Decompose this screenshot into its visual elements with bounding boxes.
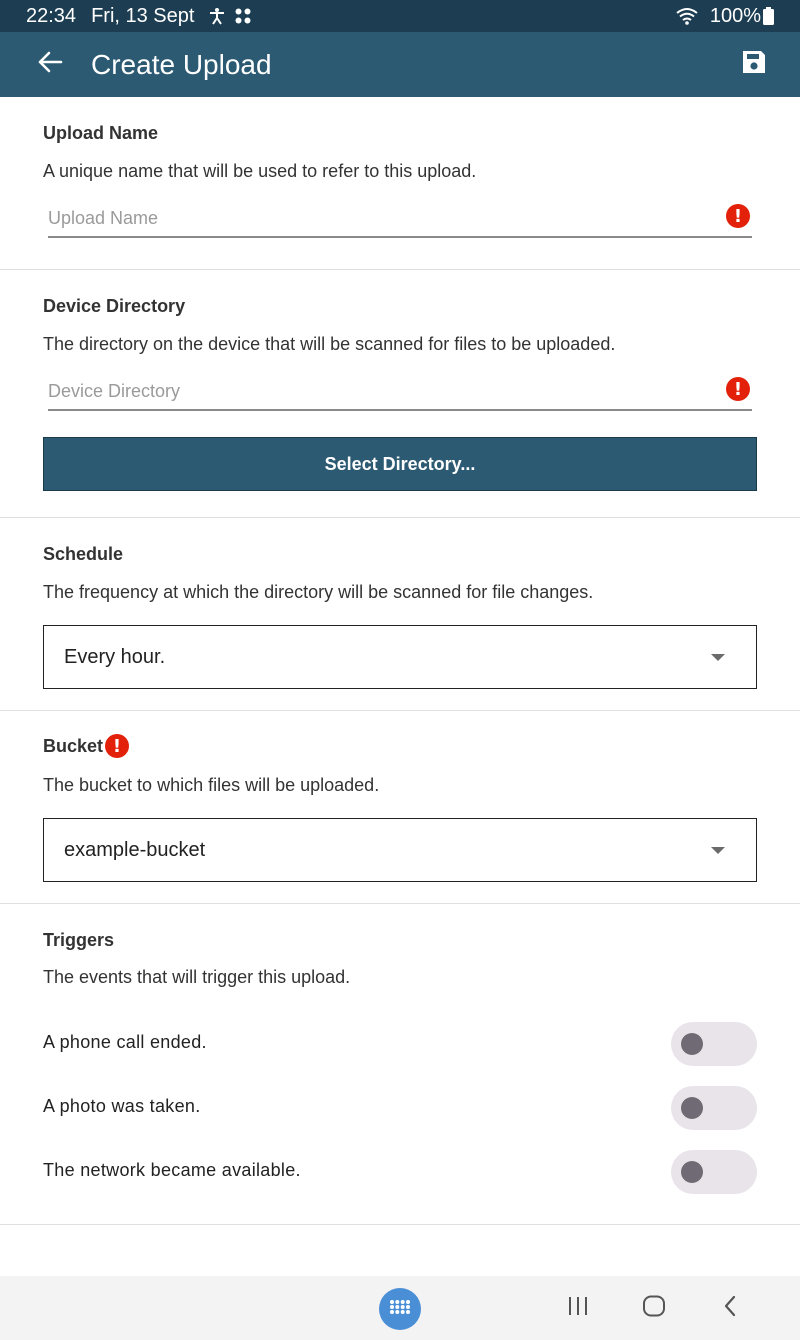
trigger-label: A phone call ended. [43, 1032, 207, 1052]
dots-icon [234, 7, 252, 25]
schedule-selected-value: Every hour. [64, 645, 166, 668]
apps-grid-icon [389, 1299, 411, 1320]
apps-button[interactable] [379, 1288, 421, 1330]
status-date: Fri, 13 Sept [91, 4, 195, 27]
page-title: Create Upload [91, 48, 272, 80]
device-directory-input[interactable] [48, 375, 708, 407]
trigger-label: A photo was taken. [43, 1096, 201, 1116]
trigger-row: A photo was taken. [0, 1086, 800, 1130]
chevron-down-icon [711, 654, 725, 661]
trigger-label: The network became available. [43, 1160, 301, 1180]
upload-name-section: Upload Name A unique name that will be u… [0, 97, 800, 270]
battery-level: 100% [709, 4, 761, 27]
status-time: 22:34 [26, 4, 77, 27]
arrow-left-icon [37, 51, 63, 78]
triggers-description: The events that will trigger this upload… [43, 967, 351, 987]
chevron-left-icon [723, 1295, 737, 1322]
upload-name-description: A unique name that will be used to refer… [43, 161, 477, 181]
accessibility-icon [208, 7, 226, 25]
app-bar: Create Upload [0, 32, 800, 97]
status-bar: 22:34 Fri, 13 Sept 100% [0, 0, 800, 32]
upload-name-input[interactable] [48, 202, 708, 234]
error-icon: ! [726, 377, 750, 401]
toggle-knob [681, 1161, 703, 1183]
upload-name-field: ! [48, 202, 752, 238]
schedule-title: Schedule [43, 544, 124, 564]
triggers-title: Triggers [43, 930, 115, 950]
bucket-title-row: Bucket ! [43, 734, 130, 758]
bucket-section: Bucket ! The bucket to which files will … [0, 711, 800, 904]
trigger-row: A phone call ended. [0, 1022, 800, 1066]
save-icon [741, 49, 767, 80]
upload-name-title: Upload Name [43, 123, 159, 143]
toggle-knob [681, 1097, 703, 1119]
error-icon: ! [726, 204, 750, 228]
home-icon [642, 1295, 666, 1322]
wifi-icon [676, 7, 698, 25]
recents-button[interactable] [560, 1292, 596, 1324]
system-nav-bar [0, 1276, 800, 1340]
error-icon: ! [105, 734, 130, 758]
save-button[interactable] [734, 45, 774, 85]
schedule-dropdown[interactable]: Every hour. [43, 625, 757, 689]
schedule-section: Schedule The frequency at which the dire… [0, 518, 800, 711]
back-button[interactable] [30, 45, 70, 85]
bucket-dropdown[interactable]: example-bucket [43, 818, 757, 882]
device-directory-field: ! [48, 375, 752, 411]
home-button[interactable] [636, 1292, 672, 1324]
device-directory-section: Device Directory The directory on the de… [0, 270, 800, 518]
nav-back-button[interactable] [712, 1292, 748, 1324]
select-directory-button[interactable]: Select Directory... [43, 437, 757, 491]
recents-icon [567, 1296, 589, 1321]
bucket-title: Bucket [43, 735, 104, 756]
bucket-selected-value: example-bucket [64, 838, 206, 861]
trigger-toggle-photo[interactable] [671, 1086, 757, 1130]
bucket-description: The bucket to which files will be upload… [43, 775, 380, 795]
device-directory-description: The directory on the device that will be… [43, 334, 616, 354]
device-directory-title: Device Directory [43, 296, 186, 316]
battery-icon [763, 7, 774, 25]
chevron-down-icon [711, 847, 725, 854]
toggle-knob [681, 1033, 703, 1055]
trigger-toggle-network[interactable] [671, 1150, 757, 1194]
trigger-row: The network became available. [0, 1150, 800, 1194]
triggers-section: Triggers The events that will trigger th… [0, 904, 800, 1225]
schedule-description: The frequency at which the directory wil… [43, 582, 594, 602]
trigger-toggle-phone-call[interactable] [671, 1022, 757, 1066]
